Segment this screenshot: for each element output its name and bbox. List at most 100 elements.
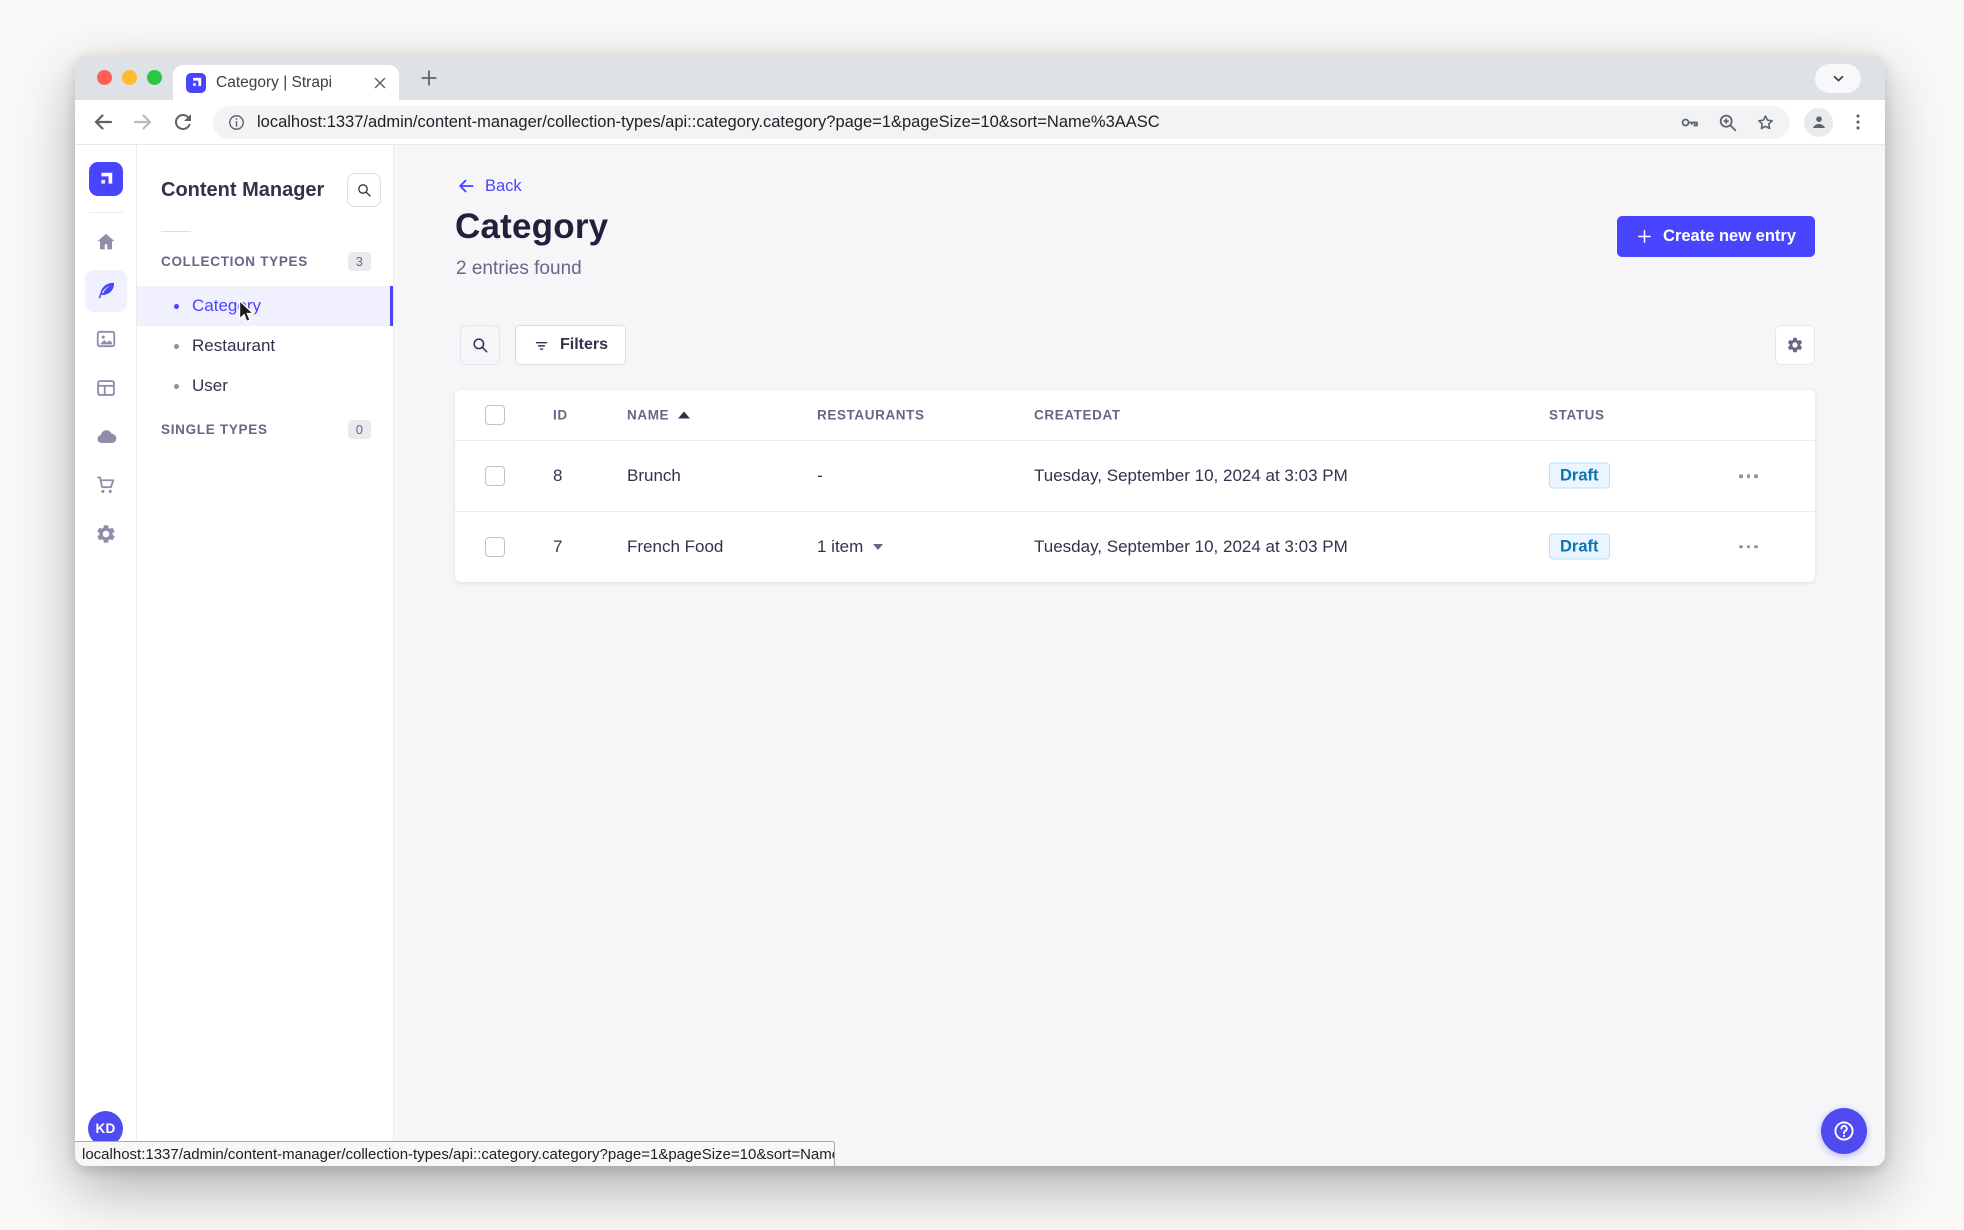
row-checkbox[interactable] xyxy=(485,466,505,486)
close-window-button[interactable] xyxy=(97,70,112,85)
cell-createdat: Tuesday, September 10, 2024 at 3:03 PM xyxy=(1034,466,1348,485)
sort-asc-icon xyxy=(678,411,691,419)
site-info-icon[interactable] xyxy=(227,113,246,132)
create-new-entry-label: Create new entry xyxy=(1663,227,1796,245)
strapi-app: KD Content Manager COLLECTION TYPES 3 Ca… xyxy=(75,145,1885,1166)
column-header-createdat[interactable]: CREATEDAT xyxy=(1034,408,1121,423)
chevron-down-icon xyxy=(1830,70,1847,87)
create-new-entry-button[interactable]: Create new entry xyxy=(1617,216,1815,257)
password-manager-icon[interactable] xyxy=(1679,112,1700,133)
bullet-icon xyxy=(174,303,179,309)
column-header-restaurants[interactable]: RESTAURANTS xyxy=(817,408,925,423)
bookmark-star-icon[interactable] xyxy=(1755,112,1776,133)
column-header-name[interactable]: NAME xyxy=(627,408,691,423)
table-row[interactable]: 7 French Food 1 item Tuesday, September … xyxy=(455,511,1815,581)
cell-restaurants[interactable]: 1 item xyxy=(817,537,884,557)
browser-profile-button[interactable] xyxy=(1804,107,1833,137)
sidebar-item-user[interactable]: User xyxy=(137,366,393,406)
browser-refresh-button[interactable] xyxy=(171,110,195,134)
gear-icon xyxy=(1786,336,1804,354)
bullet-icon xyxy=(174,383,179,389)
divider xyxy=(161,231,191,232)
single-types-header: SINGLE TYPES xyxy=(161,422,268,437)
nav-content-type-builder-button[interactable] xyxy=(85,367,127,409)
table-settings-button[interactable] xyxy=(1775,325,1815,365)
nav-settings-button[interactable] xyxy=(85,513,127,555)
cell-restaurants: - xyxy=(817,466,823,485)
caret-down-icon xyxy=(873,543,884,550)
back-label: Back xyxy=(485,176,522,195)
main-nav-rail: KD xyxy=(75,145,137,1166)
person-icon xyxy=(1809,112,1829,132)
nav-marketplace-button[interactable] xyxy=(85,464,127,506)
cart-icon xyxy=(95,474,117,496)
search-icon xyxy=(356,182,372,198)
cell-name: Brunch xyxy=(627,466,681,485)
entries-count: 2 entries found xyxy=(456,258,582,279)
cell-status: Draft xyxy=(1549,462,1610,489)
help-button[interactable] xyxy=(1821,1108,1867,1154)
browser-menu-button[interactable] xyxy=(1847,111,1869,133)
ellipsis-icon xyxy=(1739,474,1758,478)
browser-tab-strip: Category | Strapi xyxy=(75,56,1885,100)
url-text[interactable]: localhost:1337/admin/content-manager/col… xyxy=(257,113,1662,132)
table-search-button[interactable] xyxy=(460,325,500,365)
row-actions-button[interactable] xyxy=(1739,474,1758,478)
plus-icon xyxy=(1636,228,1653,245)
address-bar[interactable]: localhost:1337/admin/content-manager/col… xyxy=(213,105,1790,139)
row-checkbox[interactable] xyxy=(485,536,505,557)
nav-home-button[interactable] xyxy=(85,221,127,263)
main-content: Back Category 2 entries found Create new… xyxy=(394,145,1885,1166)
cell-status: Draft xyxy=(1549,533,1610,559)
row-actions-button[interactable] xyxy=(1739,544,1758,549)
tab-search-button[interactable] xyxy=(1815,64,1861,93)
nav-cloud-button[interactable] xyxy=(85,416,127,458)
strapi-favicon xyxy=(186,72,206,93)
home-icon xyxy=(95,231,117,253)
sidebar-item-label: Restaurant xyxy=(192,336,276,355)
zoom-window-button[interactable] xyxy=(147,70,162,85)
cloud-icon xyxy=(95,426,117,448)
minimize-window-button[interactable] xyxy=(122,70,137,85)
tab-close-icon[interactable] xyxy=(371,74,389,92)
image-icon xyxy=(95,328,117,350)
nav-media-library-button[interactable] xyxy=(85,318,127,360)
gear-icon xyxy=(95,523,117,545)
table-header-row: ID NAME RESTAURANTS CREATEDAT STATUS xyxy=(455,390,1815,441)
question-mark-icon xyxy=(1832,1119,1856,1143)
column-header-status[interactable]: STATUS xyxy=(1549,408,1605,423)
sidebar-item-category[interactable]: Category xyxy=(137,286,393,326)
back-link[interactable]: Back xyxy=(456,176,522,196)
browser-forward-button[interactable] xyxy=(131,110,155,134)
browser-back-button[interactable] xyxy=(91,110,115,134)
collection-types-header: COLLECTION TYPES xyxy=(161,254,308,269)
new-tab-button[interactable] xyxy=(419,68,439,88)
select-all-checkbox[interactable] xyxy=(485,405,505,425)
table-row[interactable]: 8 Brunch - Tuesday, September 10, 2024 a… xyxy=(455,441,1815,511)
column-header-id[interactable]: ID xyxy=(553,408,568,423)
status-badge: Draft xyxy=(1549,533,1610,559)
browser-tab-active[interactable]: Category | Strapi xyxy=(173,65,399,100)
sidebar-item-label: User xyxy=(192,376,228,395)
single-types-count-badge: 0 xyxy=(347,420,371,439)
content-manager-sidebar: Content Manager COLLECTION TYPES 3 Categ… xyxy=(137,145,394,1166)
filters-button[interactable]: Filters xyxy=(515,325,627,365)
nav-content-manager-button[interactable] xyxy=(85,270,127,312)
tab-title: Category | Strapi xyxy=(216,73,333,91)
arrow-left-icon xyxy=(456,176,476,196)
collection-types-count-badge: 3 xyxy=(347,252,371,271)
cell-createdat: Tuesday, September 10, 2024 at 3:03 PM xyxy=(1034,536,1348,556)
sidebar-item-restaurant[interactable]: Restaurant xyxy=(137,326,393,366)
status-badge: Draft xyxy=(1549,462,1610,489)
page-title: Category xyxy=(455,207,609,246)
window-controls xyxy=(97,70,162,85)
sidebar-title: Content Manager xyxy=(161,178,325,201)
sidebar-search-button[interactable] xyxy=(347,173,381,207)
feather-icon xyxy=(95,280,117,302)
search-icon xyxy=(471,336,489,354)
browser-toolbar: localhost:1337/admin/content-manager/col… xyxy=(75,100,1885,145)
status-bar: localhost:1337/admin/content-manager/col… xyxy=(75,1141,835,1166)
zoom-icon[interactable] xyxy=(1717,112,1738,133)
mouse-cursor xyxy=(238,299,257,325)
strapi-logo[interactable] xyxy=(89,162,123,196)
